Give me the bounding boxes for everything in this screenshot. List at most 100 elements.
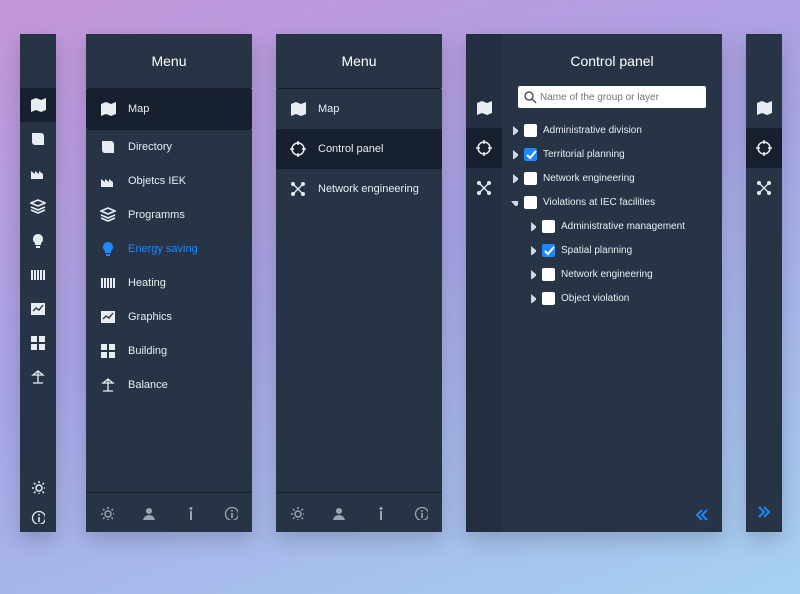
user-icon <box>331 506 345 520</box>
chart-icon <box>100 309 116 325</box>
tree-node[interactable]: Network engineering <box>510 262 716 286</box>
info-icon <box>224 506 238 520</box>
tree-node[interactable]: Violations at IEC facilities <box>510 190 716 214</box>
footer-toolbar <box>86 492 252 532</box>
tree-node[interactable]: Territorial planning <box>510 142 716 166</box>
sidebar-item-label: Control panel <box>318 143 383 155</box>
checkbox[interactable] <box>542 220 555 233</box>
sidebar-item-building[interactable] <box>20 326 56 360</box>
sidebar-item-network[interactable] <box>466 168 502 208</box>
user-icon <box>141 506 155 520</box>
user-button[interactable] <box>331 506 345 520</box>
sidebar-collapsed-menu2 <box>746 34 782 532</box>
sidebar-item-label: Building <box>128 345 167 357</box>
checkbox[interactable] <box>542 268 555 281</box>
sidebar-item-energy[interactable]: Energy saving <box>86 232 252 266</box>
layer-tree: Administrative division Territorial plan… <box>502 118 722 310</box>
i-icon <box>183 506 197 520</box>
sidebar-item-objects[interactable]: Objetcs IEK <box>86 164 252 198</box>
tree-node[interactable]: Administrative division <box>510 118 716 142</box>
sidebar-item-label: Directory <box>128 141 172 153</box>
chevron-double-right-icon <box>756 505 772 519</box>
settings-button[interactable] <box>290 506 304 520</box>
factory-icon <box>30 165 46 181</box>
checkbox[interactable] <box>524 148 537 161</box>
about-button[interactable] <box>224 506 238 520</box>
sidebar-item-programms[interactable] <box>20 190 56 224</box>
sidebar-item-control[interactable] <box>746 128 782 168</box>
sidebar-item-label: Network engineering <box>318 183 419 195</box>
sidebar-item-map[interactable] <box>466 88 502 128</box>
about-button[interactable] <box>414 506 428 520</box>
tree-node[interactable]: Spatial planning <box>510 238 716 262</box>
tree-node[interactable]: Object violation <box>510 286 716 310</box>
sidebar-item-objects[interactable] <box>20 156 56 190</box>
sidebar-item-control[interactable]: Control panel <box>276 129 442 169</box>
target-icon <box>476 140 492 156</box>
sidebar-item-graphics[interactable]: Graphics <box>86 300 252 334</box>
sidebar-item-map[interactable] <box>746 88 782 128</box>
sidebar-item-network[interactable]: Network engineering <box>276 169 442 209</box>
info-button[interactable] <box>20 502 56 532</box>
bulb-icon <box>100 241 116 257</box>
collapse-panel-button[interactable] <box>694 508 710 522</box>
sidebar-item-energy[interactable] <box>20 224 56 258</box>
sidebar-item-network[interactable] <box>746 168 782 208</box>
chevron-double-left-icon <box>694 508 710 522</box>
sidebar-item-map[interactable] <box>20 88 56 122</box>
sidebar-item-graphics[interactable] <box>20 292 56 326</box>
tree-node-label: Spatial planning <box>561 245 632 256</box>
checkbox[interactable] <box>542 244 555 257</box>
caret-down-icon <box>510 198 518 206</box>
info-icon <box>31 510 45 524</box>
user-button[interactable] <box>141 506 155 520</box>
tree-node-label: Object violation <box>561 293 629 304</box>
book-icon <box>100 139 116 155</box>
settings-button[interactable] <box>20 472 56 502</box>
sidebar-expanded-menu1: Menu Map Directory Objetcs IEK Programms… <box>86 34 252 532</box>
sidebar-item-map[interactable]: Map <box>86 89 252 129</box>
sidebar-item-label: Programms <box>128 209 185 221</box>
sidebar-item-balance[interactable] <box>20 360 56 394</box>
sidebar-item-directory[interactable]: Directory <box>86 130 252 164</box>
tree-node[interactable]: Network engineering <box>510 166 716 190</box>
sidebar-expanded-menu2: Menu Map Control panel Network engineeri… <box>276 34 442 532</box>
caret-right-icon <box>528 270 536 278</box>
sidebar-rail <box>466 34 502 532</box>
sidebar-item-control[interactable] <box>466 128 502 168</box>
info-button[interactable] <box>183 506 197 520</box>
sidebar-item-label: Map <box>318 103 339 115</box>
checkbox[interactable] <box>542 292 555 305</box>
sidebar-item-programms[interactable]: Programms <box>86 198 252 232</box>
sidebar-item-label: Balance <box>128 379 168 391</box>
menu-title: Menu <box>276 34 442 88</box>
checkbox[interactable] <box>524 172 537 185</box>
expand-panel-button[interactable] <box>746 505 782 522</box>
checkbox[interactable] <box>524 196 537 209</box>
check-icon <box>543 244 555 256</box>
sidebar-item-directory[interactable] <box>20 122 56 156</box>
search-input[interactable] <box>518 86 706 108</box>
info-button[interactable] <box>373 506 387 520</box>
settings-button[interactable] <box>100 506 114 520</box>
tree-node[interactable]: Administrative management <box>510 214 716 238</box>
control-panel-title: Control panel <box>502 34 722 88</box>
sidebar-item-balance[interactable]: Balance <box>86 368 252 402</box>
nodes-icon <box>290 181 306 197</box>
grid-icon <box>30 335 46 351</box>
map-icon <box>30 97 46 113</box>
check-icon <box>525 148 537 160</box>
caret-right-icon <box>510 174 518 182</box>
checkbox[interactable] <box>524 124 537 137</box>
control-panel: Control panel Administrative division Te… <box>466 34 722 532</box>
sidebar-item-building[interactable]: Building <box>86 334 252 368</box>
stack-icon <box>100 207 116 223</box>
sidebar-item-label: Objetcs IEK <box>128 175 186 187</box>
sidebar-item-map[interactable]: Map <box>276 89 442 129</box>
caret-right-icon <box>510 150 518 158</box>
sidebar-item-heating[interactable] <box>20 258 56 292</box>
sidebar-item-label: Heating <box>128 277 166 289</box>
sidebar-item-heating[interactable]: Heating <box>86 266 252 300</box>
map-icon <box>756 100 772 116</box>
factory-icon <box>100 173 116 189</box>
